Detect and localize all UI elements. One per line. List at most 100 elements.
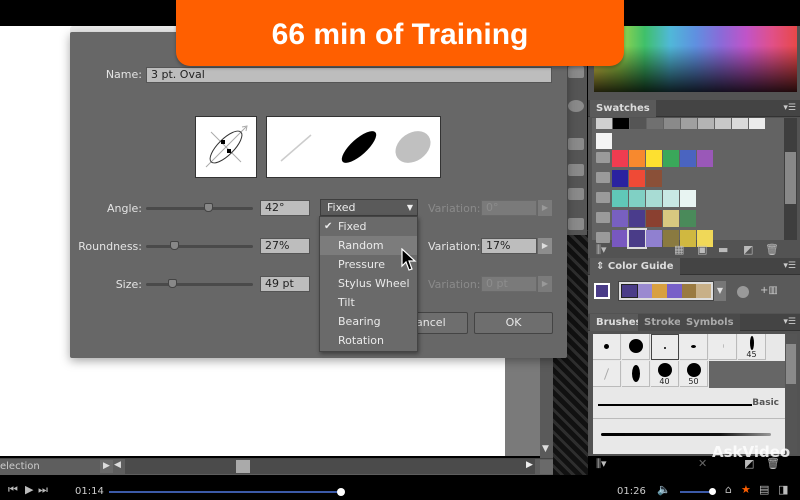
swatch[interactable] <box>629 210 645 227</box>
brush-item[interactable]: 45 <box>738 334 766 360</box>
play-icon[interactable]: ▶ <box>25 483 33 496</box>
swatch[interactable] <box>612 190 628 207</box>
delete-swatch-icon[interactable]: 🗑 <box>765 243 779 256</box>
appearance-panel-icon[interactable] <box>568 100 584 112</box>
size-variation-field[interactable]: 0 pt <box>481 276 537 292</box>
status-menu-arrow-icon[interactable]: ▶ <box>100 460 113 473</box>
brush-item[interactable] <box>593 361 621 387</box>
scroll-left-icon[interactable]: ◀ <box>114 460 121 470</box>
swatch[interactable] <box>612 170 628 187</box>
swatch[interactable] <box>646 230 662 247</box>
align-panel-icon[interactable] <box>568 164 584 176</box>
harmony-swatch[interactable] <box>652 284 668 298</box>
roundness-slider[interactable] <box>146 245 253 248</box>
harmony-swatch[interactable] <box>667 284 682 298</box>
panel-menu-icon[interactable]: ▾☰ <box>783 261 796 271</box>
harmony-swatch[interactable] <box>681 284 697 298</box>
brush-item[interactable] <box>709 334 737 360</box>
scroll-thumb[interactable] <box>786 344 796 384</box>
progress-bar[interactable] <box>109 491 342 493</box>
angle-variation-arrow-icon[interactable]: ▶ <box>538 200 552 216</box>
tab-swatches[interactable]: Swatches <box>590 100 656 117</box>
harmony-swatch[interactable] <box>637 284 653 298</box>
menu-item-tilt[interactable]: Tilt <box>320 293 417 312</box>
color-group-folder-icon[interactable] <box>596 152 610 163</box>
resize-grip[interactable] <box>540 460 553 474</box>
menu-item-fixed[interactable]: ✔ Fixed <box>320 217 417 236</box>
menu-item-stylus-wheel[interactable]: Stylus Wheel <box>320 274 417 293</box>
harmony-swatch[interactable] <box>621 284 638 298</box>
menu-item-bearing[interactable]: Bearing <box>320 312 417 331</box>
save-color-group-icon[interactable]: +▥ <box>760 285 778 296</box>
swatch[interactable] <box>630 118 646 129</box>
swatch[interactable] <box>698 118 714 129</box>
brush-item-basic[interactable]: Basic <box>593 389 785 419</box>
swatch[interactable] <box>664 118 680 129</box>
pathfinder-panel-icon[interactable] <box>568 188 584 200</box>
swatch[interactable] <box>697 150 713 167</box>
training-banner[interactable]: 66 min of Training <box>176 0 624 66</box>
scroll-down-icon[interactable]: ▼ <box>542 444 549 454</box>
swatch[interactable] <box>646 170 662 187</box>
skip-forward-icon[interactable]: ⏭ <box>38 483 48 497</box>
color-group-folder-icon[interactable] <box>596 172 610 183</box>
show-swatch-kinds-icon[interactable]: ▦ <box>674 243 684 256</box>
menu-item-rotation[interactable]: Rotation <box>320 331 417 350</box>
horizontal-scrollbar[interactable] <box>125 459 535 474</box>
ok-button[interactable]: OK <box>474 312 553 334</box>
swatch[interactable] <box>613 118 629 129</box>
gradient-panel-icon[interactable] <box>568 66 584 78</box>
swatch[interactable] <box>646 190 662 207</box>
angle-roundness-preview[interactable] <box>195 116 257 178</box>
roundness-slider-knob[interactable] <box>169 241 179 250</box>
swatch[interactable] <box>596 133 612 149</box>
harmony-rules-strip[interactable] <box>618 281 714 301</box>
new-swatch-icon[interactable]: ◩ <box>743 243 753 256</box>
fullscreen-icon[interactable]: ◨ <box>778 483 788 496</box>
brush-item-selected[interactable] <box>651 334 679 360</box>
size-slider[interactable] <box>146 283 253 286</box>
color-group-folder-icon[interactable] <box>596 192 610 203</box>
horizontal-scroll-thumb[interactable] <box>236 460 250 473</box>
size-field[interactable]: 49 pt <box>260 276 310 292</box>
color-group-folder-icon[interactable] <box>596 212 610 223</box>
swatch[interactable] <box>732 118 748 129</box>
swatch[interactable] <box>680 150 696 167</box>
swatches-scrollbar[interactable] <box>784 118 797 240</box>
tab-symbols[interactable]: Symbols <box>680 314 740 331</box>
brush-item[interactable]: 50 <box>680 361 708 387</box>
favorite-star-icon[interactable]: ★ <box>741 483 751 496</box>
new-color-group-icon[interactable]: ▬ <box>718 243 728 256</box>
swatch[interactable] <box>749 118 765 129</box>
skip-back-icon[interactable]: ⏮ <box>8 483 18 497</box>
brush-item[interactable] <box>622 361 650 387</box>
tab-color-guide[interactable]: ⇕ Color Guide <box>590 258 680 275</box>
angle-variation-field[interactable]: 0° <box>481 200 537 216</box>
scroll-thumb[interactable] <box>785 152 796 204</box>
volume-icon[interactable]: 🔈 <box>657 483 671 496</box>
angle-field[interactable]: 42° <box>260 200 310 216</box>
swatch[interactable] <box>629 170 645 187</box>
swatch[interactable] <box>663 190 679 207</box>
angle-slider-knob[interactable] <box>203 203 213 212</box>
swatch-options-icon[interactable]: ▣ <box>697 243 707 256</box>
angle-slider[interactable] <box>146 207 253 210</box>
size-slider-knob[interactable] <box>167 279 177 288</box>
harmony-swatch[interactable] <box>696 284 712 298</box>
swatch[interactable] <box>680 210 696 227</box>
harmony-dropdown-icon[interactable]: ▼ <box>714 281 726 301</box>
panel-menu-icon[interactable]: ▾☰ <box>783 317 796 327</box>
transform-panel-icon[interactable] <box>568 138 584 150</box>
brush-item[interactable] <box>680 334 708 360</box>
swatch[interactable] <box>629 150 645 167</box>
swatch[interactable] <box>646 210 662 227</box>
brushes-scrollbar[interactable] <box>785 334 797 454</box>
edit-colors-icon[interactable] <box>737 286 749 298</box>
brush-item[interactable]: 40 <box>651 361 679 387</box>
swatch[interactable] <box>629 190 645 207</box>
swatch[interactable] <box>663 150 679 167</box>
swatch-libraries-icon[interactable]: ⫼▾ <box>596 243 607 257</box>
swatch[interactable] <box>663 210 679 227</box>
notes-icon[interactable]: ▤ <box>759 483 769 496</box>
remove-brush-stroke-icon[interactable]: ✕ <box>698 457 707 470</box>
